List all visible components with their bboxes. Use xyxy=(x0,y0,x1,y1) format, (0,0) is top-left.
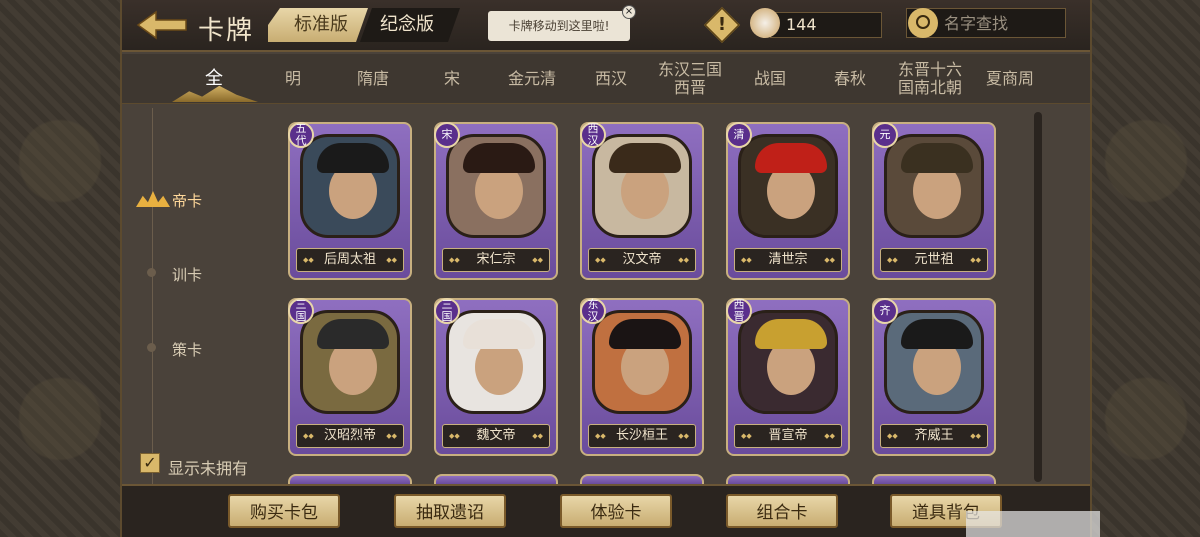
dynasty-badge: 西汉 xyxy=(580,122,606,148)
card-peek xyxy=(726,474,850,484)
menu-dot xyxy=(147,343,156,352)
card-portrait xyxy=(300,310,400,414)
dynasty-filter-bar: 全 明 隋唐 宋 金元清 西汉 东汉三国西晋 战国 春秋 东晋十六国南北朝 夏商… xyxy=(122,54,1090,104)
card-name: 元世祖 xyxy=(880,248,988,272)
version-tabs: 标准版 纪念版 xyxy=(268,8,460,42)
tab-dynasty-warring-states[interactable]: 战国 xyxy=(730,54,810,104)
menu-dot xyxy=(147,268,156,277)
card-name: 魏文帝 xyxy=(442,424,550,448)
dynasty-badge: 西晋 xyxy=(726,298,752,324)
portrait-headwear xyxy=(317,319,389,349)
dynasty-badge: 三国 xyxy=(434,298,460,324)
search-icon[interactable] xyxy=(908,8,938,38)
card-portrait xyxy=(884,134,984,238)
emperor-card[interactable]: 三国汉昭烈帝 xyxy=(288,298,412,456)
card-peek xyxy=(288,474,412,484)
portrait-headwear xyxy=(755,319,827,349)
card-name: 后周太祖 xyxy=(296,248,404,272)
buy-card-pack-button[interactable]: 购买卡包 xyxy=(228,494,340,528)
portrait-headwear xyxy=(901,319,973,349)
emperor-card[interactable]: 东汉长沙桓王 xyxy=(580,298,704,456)
dynasty-badge: 元 xyxy=(872,122,898,148)
side-tab-training-cards[interactable]: 训卡 xyxy=(172,264,202,285)
portrait-headwear xyxy=(463,319,535,349)
emperor-card[interactable]: 齐齐威王 xyxy=(872,298,996,456)
portrait-headwear xyxy=(609,319,681,349)
tab-dynasty-eastern-han[interactable]: 东汉三国西晋 xyxy=(650,54,730,104)
currency-amount: 144 xyxy=(786,15,817,34)
header-bar: 卡牌 标准版 纪念版 卡牌移动到这里啦! × ! 144 xyxy=(122,0,1090,52)
right-dragon-decoration xyxy=(1090,0,1200,537)
emperor-card[interactable]: 宋宋仁宗 xyxy=(434,122,558,280)
card-list-scrollbar[interactable] xyxy=(1034,112,1042,482)
page-title: 卡牌 xyxy=(198,16,255,46)
show-unowned-label: 显示未拥有 xyxy=(168,459,249,478)
emperor-card[interactable]: 西汉汉文帝 xyxy=(580,122,704,280)
name-search-input[interactable] xyxy=(944,12,1062,34)
currency-emblem-icon xyxy=(750,8,780,38)
tab-dynasty-song[interactable]: 宋 xyxy=(412,54,492,104)
portrait-headwear xyxy=(901,143,973,173)
card-peek xyxy=(580,474,704,484)
left-dragon-decoration xyxy=(0,0,122,537)
card-portrait xyxy=(738,134,838,238)
dynasty-badge: 五代 xyxy=(288,122,314,148)
tab-dynasty-western-han[interactable]: 西汉 xyxy=(571,54,651,104)
card-name: 晋宣帝 xyxy=(734,424,842,448)
side-menu-line xyxy=(152,108,153,488)
tab-dynasty-ming[interactable]: 明 xyxy=(253,54,333,104)
tab-commemorative-edition[interactable]: 纪念版 xyxy=(360,8,460,42)
emperor-card[interactable]: 元元世祖 xyxy=(872,122,996,280)
dynasty-badge: 清 xyxy=(726,122,752,148)
trial-card-button[interactable]: 体验卡 xyxy=(560,494,672,528)
tab-dynasty-xia-shang-zhou[interactable]: 夏商周 xyxy=(970,54,1050,104)
card-peek xyxy=(872,474,996,484)
emperor-card[interactable]: 清清世宗 xyxy=(726,122,850,280)
emperor-card[interactable]: 西晋晋宣帝 xyxy=(726,298,850,456)
card-collection-panel: 卡牌 标准版 纪念版 卡牌移动到这里啦! × ! 144 全 明 隋唐 宋 金元… xyxy=(122,0,1090,537)
lotus-icon xyxy=(136,191,170,207)
side-tab-emperor-cards[interactable]: 帝卡 xyxy=(172,190,202,211)
side-tab-strategy-cards[interactable]: 策卡 xyxy=(172,339,202,360)
combo-card-button[interactable]: 组合卡 xyxy=(726,494,838,528)
emperor-card[interactable]: 五代后周太祖 xyxy=(288,122,412,280)
tab-dynasty-spring-autumn[interactable]: 春秋 xyxy=(810,54,890,104)
dynasty-badge: 东汉 xyxy=(580,298,606,324)
tab-standard-edition[interactable]: 标准版 xyxy=(268,8,368,42)
card-portrait xyxy=(592,134,692,238)
tab-dynasty-sui-tang[interactable]: 隋唐 xyxy=(333,54,413,104)
draw-edict-button[interactable]: 抽取遗诏 xyxy=(394,494,506,528)
portrait-headwear xyxy=(755,143,827,173)
portrait-headwear xyxy=(463,143,535,173)
tab-dynasty-eastern-jin[interactable]: 东晋十六国南北朝 xyxy=(890,54,970,104)
dynasty-badge: 宋 xyxy=(434,122,460,148)
card-name: 宋仁宗 xyxy=(442,248,550,272)
tooltip-text: 卡牌移动到这里啦! xyxy=(508,19,610,33)
blurred-overlay xyxy=(966,511,1100,537)
move-hint-tooltip: 卡牌移动到这里啦! × xyxy=(488,5,636,41)
warning-mark: ! xyxy=(717,14,727,35)
dynasty-badge: 三国 xyxy=(288,298,314,324)
card-portrait xyxy=(738,310,838,414)
portrait-headwear xyxy=(317,143,389,173)
back-arrow-icon[interactable] xyxy=(136,10,188,40)
card-portrait xyxy=(884,310,984,414)
portrait-headwear xyxy=(609,143,681,173)
card-name: 汉文帝 xyxy=(588,248,696,272)
tab-dynasty-jin-yuan-qing[interactable]: 金元清 xyxy=(492,54,572,104)
emperor-card[interactable]: 三国魏文帝 xyxy=(434,298,558,456)
card-name: 清世宗 xyxy=(734,248,842,272)
tooltip-close-icon[interactable]: × xyxy=(622,5,636,19)
card-peek xyxy=(434,474,558,484)
card-portrait xyxy=(592,310,692,414)
dynasty-badge: 齐 xyxy=(872,298,898,324)
card-portrait xyxy=(446,310,546,414)
card-name: 汉昭烈帝 xyxy=(296,424,404,448)
show-unowned-checkbox[interactable]: ✓ xyxy=(140,453,160,473)
card-portrait xyxy=(300,134,400,238)
card-name: 长沙桓王 xyxy=(588,424,696,448)
card-name: 齐威王 xyxy=(880,424,988,448)
card-portrait xyxy=(446,134,546,238)
